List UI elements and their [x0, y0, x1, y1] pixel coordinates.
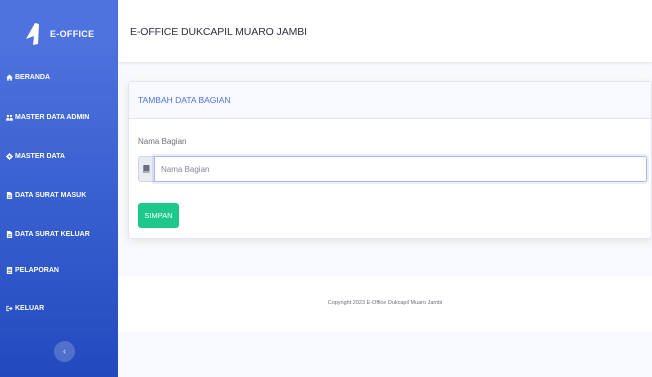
sidebar-item-label: BERANDA: [15, 73, 50, 81]
brand-name: E-OFFICE: [50, 29, 95, 39]
sidebar: E-OFFICE BERANDA MASTER DATA ADMIN MASTE…: [0, 0, 118, 377]
sidebar-item-data-surat-masuk[interactable]: DATA SURAT MASUK: [0, 185, 118, 205]
file-icon: [6, 191, 13, 199]
sidebar-item-label: DATA SURAT KELUAR: [15, 230, 90, 238]
sidebar-toggle-button[interactable]: ‹: [54, 341, 75, 362]
sidebar-item-master-data-admin[interactable]: MASTER DATA ADMIN: [0, 107, 118, 127]
nama-bagian-input[interactable]: [154, 156, 647, 182]
nama-bagian-input-group: [138, 156, 647, 182]
page-title: E-OFFICE DUKCAPIL MUARO JAMBI: [130, 26, 307, 38]
cog-icon: [6, 152, 13, 160]
simpan-button[interactable]: SIMPAN: [138, 203, 179, 228]
topbar: E-OFFICE DUKCAPIL MUARO JAMBI: [118, 0, 652, 62]
card-title: TAMBAH DATA BAGIAN: [138, 95, 231, 105]
copyright-text: Copyright 2023 E-Office Dukcapil Muaro J…: [327, 300, 443, 306]
brand[interactable]: E-OFFICE: [0, 0, 118, 64]
sidebar-item-label: PELAPORAN: [15, 266, 59, 274]
sidebar-item-label: MASTER DATA: [15, 152, 65, 160]
card-header: TAMBAH DATA BAGIAN: [129, 82, 651, 119]
users-icon: [6, 114, 13, 121]
sidebar-item-keluar[interactable]: KELUAR: [0, 298, 118, 318]
home-icon: [6, 73, 13, 81]
report-icon: [6, 266, 13, 274]
footer: Copyright 2023 E-Office Dukcapil Muaro J…: [118, 276, 652, 332]
file-icon: [6, 230, 13, 238]
logo-icon: [26, 23, 39, 45]
sidebar-item-data-surat-keluar[interactable]: DATA SURAT KELUAR: [0, 224, 118, 244]
sidebar-item-label: MASTER DATA ADMIN: [15, 113, 90, 121]
chevron-left-icon: ‹: [63, 346, 66, 356]
sidebar-item-pelaporan[interactable]: PELAPORAN: [0, 260, 118, 280]
sidebar-item-master-data[interactable]: MASTER DATA: [0, 146, 118, 166]
sidebar-item-label: KELUAR: [15, 304, 45, 312]
sidebar-item-beranda[interactable]: BERANDA: [0, 67, 118, 87]
book-icon: [138, 156, 154, 182]
form-card: TAMBAH DATA BAGIAN Nama Bagian SIMPAN: [128, 81, 652, 239]
nama-bagian-label: Nama Bagian: [138, 137, 187, 146]
sign-out-icon: [6, 305, 13, 312]
sidebar-item-label: DATA SURAT MASUK: [15, 191, 87, 199]
